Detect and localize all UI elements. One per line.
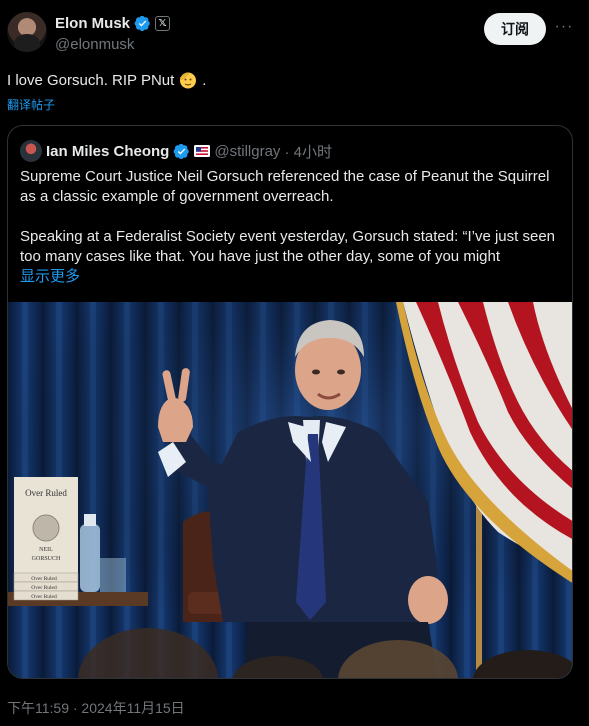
quoted-post-header: Ian Miles Cheong @stillgray · 4小时: [20, 140, 332, 162]
book-author-2: GORSUCH: [32, 556, 61, 562]
quoted-author-name[interactable]: Ian Miles Cheong: [46, 143, 169, 160]
post-text: I love Gorsuch. RIP PNut .: [7, 70, 206, 90]
more-options-icon[interactable]: ···: [552, 18, 576, 40]
quoted-verified-badge-icon: [173, 143, 190, 159]
water-bottle: [80, 524, 100, 592]
quoted-post-card[interactable]: Ian Miles Cheong @stillgray · 4小时 Suprem…: [7, 125, 573, 679]
book-title: Over Ruled: [25, 488, 67, 498]
author-handle[interactable]: @elonmusk: [55, 36, 134, 53]
x-affiliation-icon: 𝕏: [155, 16, 171, 31]
book-spine-3: Over Ruled: [31, 594, 57, 600]
quoted-author-handle[interactable]: @stillgray: [214, 143, 280, 160]
show-more-link[interactable]: 显示更多: [20, 265, 80, 286]
affiliate-flag-icon: [194, 145, 211, 157]
post-text-suffix: .: [202, 71, 207, 89]
author-name-row: Elon Musk 𝕏: [55, 15, 171, 32]
author-display-name[interactable]: Elon Musk: [55, 15, 130, 32]
quoted-author-avatar[interactable]: [20, 140, 42, 162]
book-spine-1: Over Ruled: [31, 576, 57, 582]
book-spine-2: Over Ruled: [31, 585, 57, 591]
post-text-body: I love Gorsuch. RIP PNut: [7, 71, 175, 89]
post-timestamp[interactable]: 下午11:59 · 2024年11月15日: [7, 698, 185, 718]
quoted-paragraph-1: Supreme Court Justice Neil Gorsuch refer…: [20, 168, 550, 205]
post-header: Elon Musk 𝕏 @elonmusk 订阅 ···: [7, 12, 582, 54]
avatar[interactable]: [7, 12, 47, 52]
water-glass: [100, 558, 126, 592]
translate-post-link[interactable]: 翻译帖子: [7, 96, 55, 113]
book-author-1: NEIL: [39, 547, 53, 553]
verified-badge-icon: [134, 15, 150, 32]
quoted-post-time[interactable]: · 4小时: [284, 141, 332, 162]
subscribe-button[interactable]: 订阅: [484, 13, 546, 45]
quoted-paragraph-2: Speaking at a Federalist Society event y…: [20, 228, 555, 265]
quoted-post-body: Supreme Court Justice Neil Gorsuch refer…: [20, 167, 560, 267]
quoted-post-photo[interactable]: Over Ruled NEIL GORSUCH Over Ruled Over …: [8, 302, 573, 679]
saluting-face-emoji-icon: [179, 72, 197, 89]
